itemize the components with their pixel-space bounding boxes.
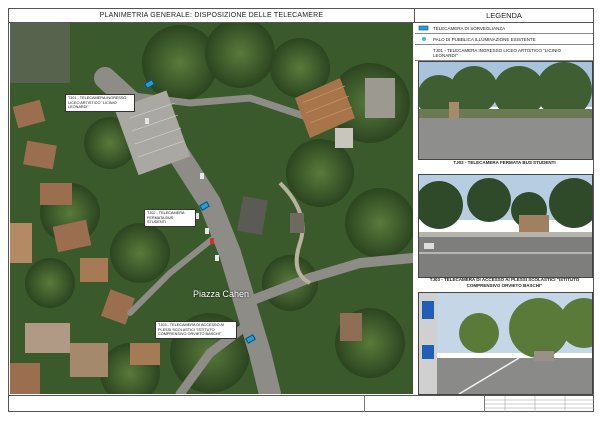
aerial-map[interactable]: TJ01 - TELECAMERA INGRESSO LICEO ARTISTI… (10, 23, 413, 394)
photo-image (419, 293, 592, 394)
photo-tj01 (418, 61, 593, 160)
legend-item: PALO DI PUBBLICA ILLUMINAZIONE ESISTENTE (415, 34, 593, 45)
legend: TELECAMERA DI SORVEGLIANZA PALO DI PUBBL… (415, 23, 593, 61)
legend-item: TELECAMERA DI SORVEGLIANZA (415, 23, 593, 34)
photo-image (419, 175, 592, 277)
revision-table-lines (485, 396, 594, 412)
title-block (9, 395, 594, 412)
legend-title: LEGENDA (415, 9, 593, 23)
place-label-piazza: Piazza Cahen (193, 289, 250, 299)
camera-icon (415, 25, 433, 31)
photo-tj02 (418, 174, 593, 278)
sheet-title: PLANIMETRIA GENERALE: DISPOSIZIONE DELLE… (9, 9, 415, 23)
photo-caption-tj02: TJ02 - TELECAMERA FERMATA BUS STUDENTI (453, 160, 556, 165)
callout-tj01: TJ01 - TELECAMERA INGRESSO LICEO ARTISTI… (65, 94, 135, 112)
title-block-cell (484, 396, 594, 412)
photo-caption-tj03: TJ03 - TELECAMERA DI ACCESSO AI PLESSI S… (429, 277, 580, 288)
callout-tj03: TJ03 - TELECAMERA DI ACCESSO AI PLESSI S… (155, 321, 237, 339)
callout-tj02: TJ02 - TELECAMERA FERMATA BUS STUDENTI (144, 209, 196, 227)
photo-tj03 (418, 292, 593, 395)
photo-image (419, 62, 592, 159)
title-block-cell (364, 396, 485, 412)
legend-item: TJ01 - TELECAMERA INGRESSO LICEO ARTISTI… (415, 45, 593, 61)
drawing-sheet: PLANIMETRIA GENERALE: DISPOSIZIONE DELLE… (8, 8, 594, 412)
lamp-post-icon (415, 36, 433, 42)
